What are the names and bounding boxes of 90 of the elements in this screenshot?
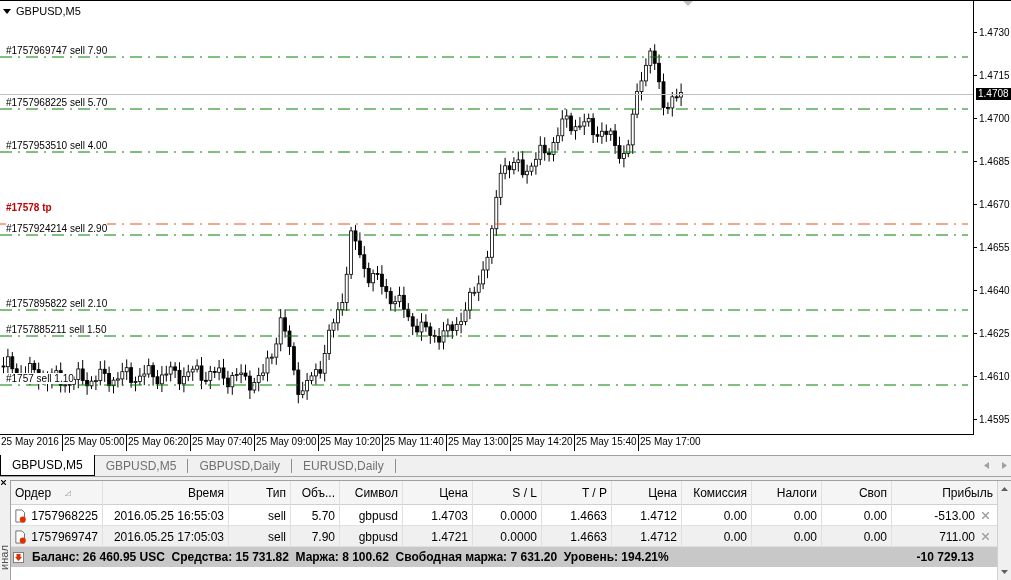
time-tick-label: 25 May 09:00 (255, 435, 317, 449)
current-price-badge: 1.4708 (976, 88, 1011, 100)
scroll-left-icon[interactable] (984, 462, 989, 469)
table-cell-text: 0.00 (723, 507, 747, 525)
table-cell-text: -513.00 (934, 507, 975, 525)
column-header[interactable]: Цена (439, 484, 468, 502)
column-header[interactable]: Своп (858, 484, 887, 502)
table-cell-text: 0.00 (863, 507, 887, 525)
table-cell-text: 1757968225 (31, 507, 98, 525)
order-label: #17578 tp (6, 202, 52, 213)
scroll-right-icon[interactable] (1002, 462, 1007, 469)
scroll-up-icon[interactable] (1001, 487, 1008, 491)
order-icon (15, 528, 27, 545)
arrow-down-icon[interactable] (13, 551, 24, 563)
scrollbar[interactable] (997, 481, 1011, 580)
price-tick-label: 1.4655 (979, 242, 1010, 253)
column-header[interactable]: Тип (266, 484, 286, 502)
table-cell-text: 2016.05.25 16:55:03 (113, 507, 224, 525)
table-cell-text: 7.90 (311, 528, 335, 546)
table-cell-text: 0.0000 (500, 528, 537, 546)
order-label: #1757969747 sell 7.90 (6, 45, 108, 56)
time-tick-label: 25 May 17:00 (639, 435, 701, 449)
total-profit: -10 729.13 (916, 549, 974, 566)
account-summary: Баланс: 26 460.95 USC Средства: 15 731.82 Маржа: 8 100.62 Свободная маржа: 7 631.20 Уровень: 194.21% (32, 549, 669, 566)
column-header[interactable]: T / P (581, 484, 607, 502)
column-header[interactable]: Символ (354, 484, 398, 502)
time-tick-label: 25 May 13:00 (447, 435, 509, 449)
column-header[interactable]: Объ... (301, 484, 335, 502)
table-cell-text: 1.4663 (570, 507, 607, 525)
column-header[interactable]: Время (187, 484, 224, 502)
order-label: #1757924214 sell 2.90 (6, 223, 108, 234)
table-cell-text: gbpusd (358, 528, 398, 546)
price-tick-label: 1.4685 (979, 156, 1010, 167)
chart-title: GBPUSD,M5 (16, 4, 81, 19)
table-cell-text: sell (268, 528, 286, 546)
table-cell-text: gbpusd (358, 507, 398, 525)
order-label: #1757895822 sell 2.10 (6, 298, 108, 309)
close-order-icon[interactable] (982, 512, 989, 519)
column-header[interactable]: Цена (648, 484, 677, 502)
chart-tab[interactable]: EURUSD,Daily (292, 456, 395, 476)
time-tick-label: 25 May 05:00 (63, 435, 125, 449)
chart-tab[interactable]: GBPUSD,M5 (0, 455, 95, 476)
table-cell-text: 1.4703 (431, 507, 468, 525)
column-header[interactable]: Комиссия (693, 484, 747, 502)
table-cell-text: 711.00 (939, 528, 975, 546)
sort-icon[interactable] (65, 490, 72, 496)
scroll-down-icon[interactable] (1001, 570, 1008, 574)
close-icon[interactable] (1, 480, 6, 485)
time-tick-label: 25 May 10:20 (319, 435, 381, 449)
price-tick-label: 1.4595 (979, 414, 1010, 425)
close-order-icon[interactable] (982, 533, 989, 540)
table-cell-text: 0.00 (723, 528, 747, 546)
table-cell-text: 1.4712 (640, 528, 677, 546)
column-header[interactable]: S / L (512, 484, 537, 502)
table-cell-text: 1.4721 (431, 528, 468, 546)
table-cell-text: 1757969747 (31, 528, 98, 546)
price-tick-label: 1.4610 (979, 371, 1010, 382)
table-cell-text: 0.0000 (500, 507, 537, 525)
table-cell-text: 1.4712 (640, 507, 677, 525)
table-cell-text: sell (268, 507, 286, 525)
dropdown-triangle-icon[interactable] (3, 8, 11, 14)
time-tick-label: 25 May 2016 (0, 435, 59, 449)
table-cell-text: 0.00 (793, 507, 817, 525)
price-tick-label: 1.4730 (979, 27, 1010, 38)
price-tick-label: 1.4670 (979, 199, 1010, 210)
table-cell-text: 0.00 (863, 528, 887, 546)
shift-marker-icon[interactable] (683, 1, 693, 6)
column-header[interactable]: Прибыль (942, 484, 993, 502)
price-tick-label: 1.4640 (979, 285, 1010, 296)
table-cell-text: 2016.05.25 17:05:03 (113, 528, 224, 546)
column-header[interactable]: Ордер (15, 484, 52, 502)
order-label: #1757953510 sell 4.00 (6, 140, 108, 151)
order-label: #1757 sell 1.10 (6, 373, 74, 384)
time-tick-label: 25 May 06:20 (127, 435, 189, 449)
column-header[interactable]: Налоги (776, 484, 817, 502)
chart-tab[interactable]: GBPUSD,M5 (94, 456, 188, 476)
table-cell-text: 0.00 (793, 528, 817, 546)
time-tick-label: 25 May 07:40 (191, 435, 253, 449)
price-tick-label: 1.4700 (979, 113, 1010, 124)
time-tick-label: 25 May 14:20 (511, 435, 573, 449)
table-cell-text: 1.4663 (570, 528, 607, 546)
time-tick-label: 25 May 15:40 (575, 435, 637, 449)
terminal-side-label: инал (0, 545, 10, 570)
price-tick-label: 1.4715 (979, 70, 1010, 81)
table-cell-text: 5.70 (311, 507, 335, 525)
order-label: #1757885211 sell 1.50 (6, 324, 107, 335)
order-label: #1757968225 sell 5.70 (6, 97, 108, 108)
time-tick-label: 25 May 11:40 (383, 435, 444, 449)
price-tick-label: 1.4625 (979, 328, 1010, 339)
chart-tab[interactable]: GBPUSD,Daily (188, 456, 292, 476)
